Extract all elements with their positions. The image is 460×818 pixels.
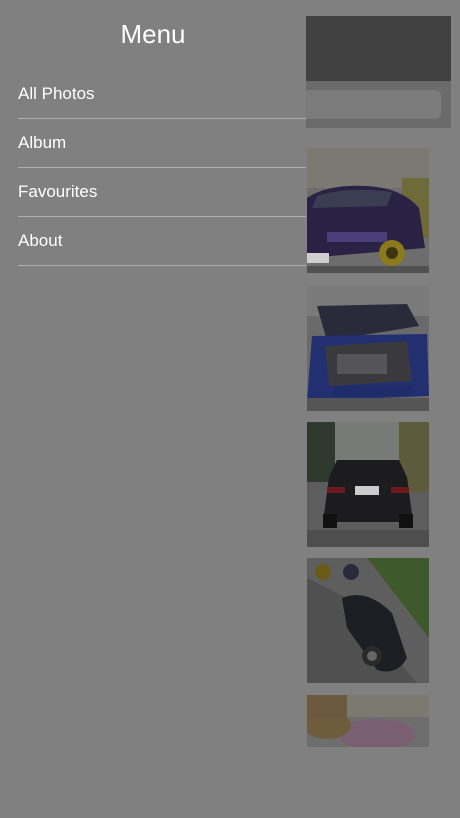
menu-item-about[interactable]: About — [18, 217, 306, 266]
search-input[interactable] — [306, 90, 441, 119]
black-bmw-rear-photo — [307, 422, 429, 547]
photo-thumbnail[interactable] — [307, 422, 429, 547]
search-bar-container — [306, 81, 451, 128]
pink-blossom-tree-photo — [307, 695, 429, 747]
black-bmw-driveway-photo — [307, 558, 429, 683]
photo-thumbnail[interactable] — [307, 558, 429, 683]
side-menu-drawer: Menu All Photos Album Favourites About — [0, 0, 306, 818]
navigation-bar — [306, 16, 451, 81]
photo-thumbnail[interactable] — [307, 286, 429, 411]
menu-item-favourites[interactable]: Favourites — [18, 168, 306, 217]
menu-list: All Photos Album Favourites About — [18, 70, 306, 266]
photo-thumbnail[interactable] — [307, 148, 429, 273]
purple-bmw-coupe-photo — [307, 148, 429, 273]
menu-title: Menu — [120, 19, 186, 49]
blue-bmw-engine-bay-photo — [307, 286, 429, 411]
menu-item-album[interactable]: Album — [18, 119, 306, 168]
photo-thumbnail[interactable] — [307, 695, 429, 747]
menu-item-all-photos[interactable]: All Photos — [18, 70, 306, 119]
